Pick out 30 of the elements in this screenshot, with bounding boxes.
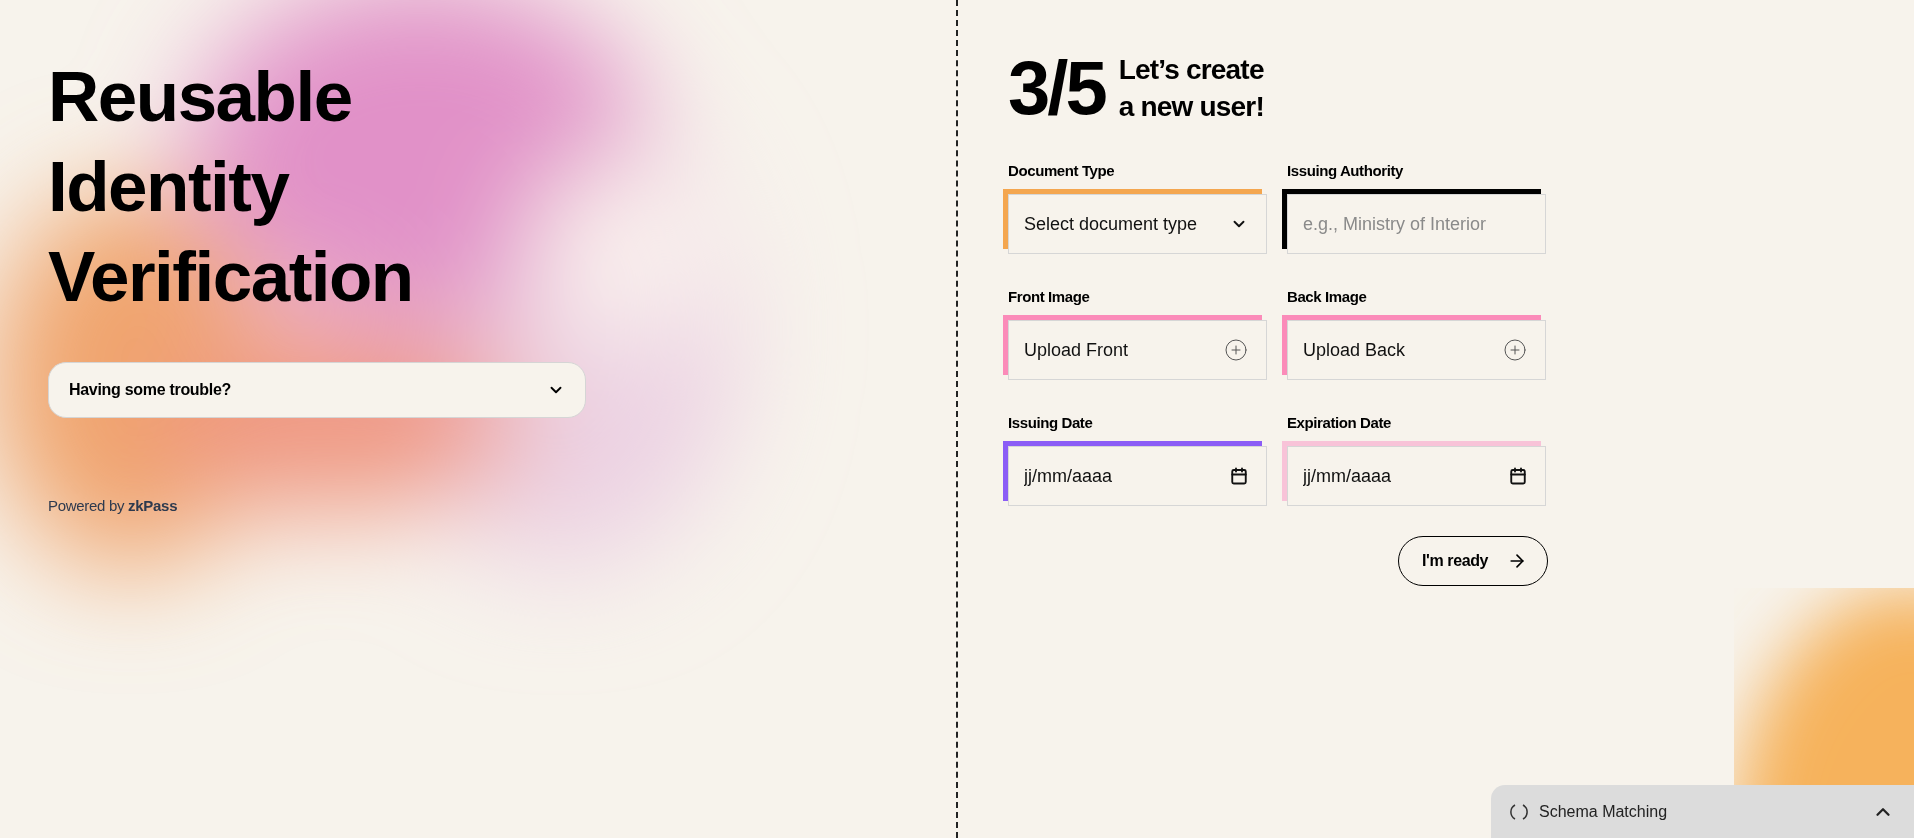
calendar-icon (1230, 467, 1248, 485)
upload-button[interactable]: Upload Front (1003, 315, 1267, 380)
upload-button[interactable]: Upload Back (1282, 315, 1546, 380)
spinner-icon (1509, 801, 1529, 822)
field-label: Back Image (1286, 288, 1368, 305)
powered-by-text: Powered by zkPass (48, 497, 179, 514)
form-heading: Let’s create a new user! (1118, 53, 1264, 124)
hero-title: Identity (48, 146, 291, 228)
help-accordion[interactable]: Having some trouble? (48, 362, 586, 418)
status-panel[interactable]: Schema Matching (1491, 785, 1914, 838)
plus-circle-icon (1503, 338, 1527, 362)
field-label: Issuing Date (1007, 414, 1094, 431)
field-label: Front Image (1007, 288, 1091, 305)
document-type-select[interactable]: Select document type (1003, 189, 1267, 254)
calendar-icon (1509, 467, 1527, 485)
field-label: Expiration Date (1286, 414, 1393, 431)
field-label: Document Type (1007, 162, 1116, 179)
date-field[interactable]: jj/mm/aaaa (1287, 446, 1546, 506)
hero-title: Reusable (48, 56, 353, 138)
hero-title: Verification (48, 236, 414, 318)
field-label: Issuing Authority (1286, 162, 1404, 179)
date-field[interactable]: jj/mm/aaaa (1008, 446, 1267, 506)
text-input[interactable]: e.g., Ministry of Interior (1303, 213, 1527, 235)
status-label: Schema Matching (1539, 802, 1669, 821)
ready-button[interactable]: I'm ready (1398, 536, 1548, 586)
step-counter: 3/5 (1008, 50, 1105, 126)
date-input[interactable]: jj/mm/aaaa (1303, 465, 1509, 487)
plus-circle-icon (1224, 338, 1248, 362)
date-input[interactable]: jj/mm/aaaa (1024, 465, 1230, 487)
text-field[interactable]: e.g., Ministry of Interior (1287, 194, 1546, 254)
